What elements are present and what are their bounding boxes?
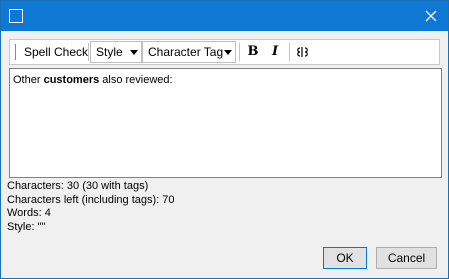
editor-text-bold: customers [43, 74, 100, 86]
character-tag-dropdown[interactable]: Character Tag [142, 41, 236, 63]
special-character-icon [297, 47, 308, 57]
toolbar-separator [289, 43, 290, 61]
close-button[interactable] [418, 3, 444, 29]
toolbar-separator [88, 43, 89, 61]
style-dropdown-label: Style [96, 45, 123, 59]
editor-content: Other customers also reviewed: [13, 74, 173, 86]
title-bar[interactable] [1, 1, 448, 31]
toolbar-grip[interactable] [15, 44, 16, 60]
chevron-down-icon [224, 50, 232, 55]
text-editor[interactable]: Other customers also reviewed: [9, 68, 442, 178]
window-icon [9, 9, 23, 23]
character-tag-dropdown-label: Character Tag [148, 45, 224, 59]
ok-button[interactable]: OK [323, 247, 367, 269]
special-character-button[interactable] [293, 42, 313, 62]
style-dropdown[interactable]: Style [90, 41, 142, 63]
editor-text-before: Other [13, 74, 44, 86]
characters-count: Characters: 30 (30 with tags) [7, 180, 149, 192]
bold-button[interactable]: B [243, 42, 263, 62]
toolbar-separator [239, 43, 240, 61]
close-icon [425, 10, 437, 22]
spell-check-button[interactable]: Spell Check [24, 42, 88, 62]
cancel-button[interactable]: Cancel [376, 247, 437, 269]
italic-button[interactable]: I [265, 42, 285, 62]
characters-left: Characters left (including tags): 70 [7, 193, 175, 206]
dialog-window: Spell Check Style Character Tag B I Othe… [0, 0, 449, 279]
editor-text-after: also reviewed: [99, 74, 173, 86]
words-count: Words: 4 [7, 207, 51, 219]
statistics-panel: Characters: 30 (30 with tags) Characters… [7, 180, 175, 234]
chevron-down-icon [130, 50, 138, 55]
formatting-toolbar: Spell Check Style Character Tag B I [9, 39, 440, 65]
style-value: Style: "" [7, 220, 46, 233]
